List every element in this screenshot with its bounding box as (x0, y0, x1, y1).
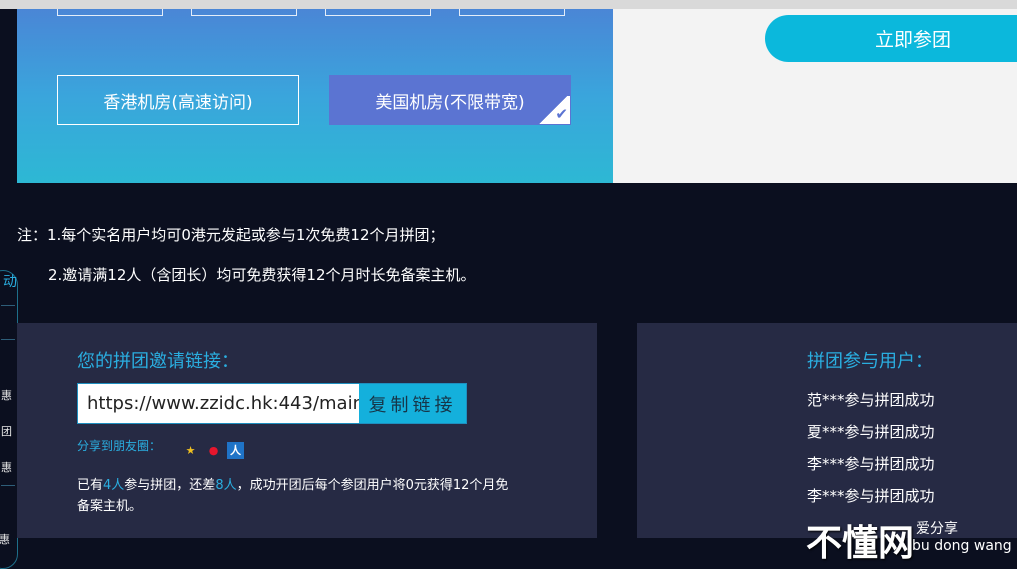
previous-option-edge (57, 9, 163, 16)
room-option-label: 美国机房(不限带宽) (375, 92, 525, 113)
join-group-label: 立即参团 (875, 29, 952, 51)
divider (1, 305, 15, 306)
status-prefix: 已有 (77, 478, 104, 493)
watermark-pinyin: bu dong wang (912, 538, 1012, 554)
side-nav-fragment: 动 惠 团 惠 惠 (0, 270, 18, 569)
previous-option-edge (191, 9, 297, 16)
participant-item: 李***参与拼团成功 (807, 455, 935, 473)
watermark-tagline: 爱分享 (916, 521, 958, 537)
invite-link-box: 复制链接 (77, 383, 467, 424)
participants-title: 拼团参与用户： (807, 351, 933, 372)
join-panel: 立即参团 (613, 9, 1017, 183)
room-option-usa[interactable]: 美国机房(不限带宽) ✔ (329, 75, 571, 125)
side-nav-item[interactable]: 惠 (1, 387, 12, 403)
divider (1, 339, 15, 340)
joined-count: 4人 (103, 478, 125, 493)
room-selector-panel: 香港机房(高速访问) 美国机房(不限带宽) ✔ (17, 9, 613, 183)
side-nav-item[interactable]: 团 (1, 423, 12, 439)
room-option-label: 香港机房(高速访问) (103, 92, 253, 113)
copy-link-button[interactable]: 复制链接 (359, 384, 466, 423)
participant-item: 范***参与拼团成功 (807, 391, 935, 409)
side-nav-item[interactable]: 惠 (1, 459, 12, 475)
qzone-icon[interactable]: ★ (182, 442, 199, 459)
checkmark-icon: ✔ (555, 105, 568, 123)
remaining-count: 8人 (215, 478, 237, 493)
rule-note-1: 注：1.每个实名用户均可0港元发起或参与1次免费12个月拼团； (17, 226, 445, 244)
weibo-icon[interactable]: ● (205, 442, 222, 459)
renren-icon[interactable]: 人 (227, 442, 244, 459)
group-status-text: 已有4人参与拼团，还差8人，成功开团后每个参团用户将0元获得12个月免备案主机。 (77, 475, 517, 517)
previous-option-edge (325, 9, 431, 16)
browser-edge (0, 0, 1017, 9)
divider (1, 485, 15, 486)
side-nav-item[interactable]: 动 (3, 271, 17, 291)
invite-link-input[interactable] (78, 384, 359, 423)
status-middle: 参与拼团，还差 (124, 478, 216, 493)
participants-panel: 拼团参与用户： 范***参与拼团成功 夏***参与拼团成功 李***参与拼团成功… (637, 323, 1017, 538)
side-nav-item[interactable]: 惠 (0, 531, 10, 547)
join-group-button[interactable]: 立即参团 (765, 15, 1017, 62)
rule-note-2: 2.邀请满12人（含团长）均可免费获得12个月时长免备案主机。 (48, 266, 476, 284)
watermark-main: 不懂网 (806, 523, 915, 564)
previous-option-edge (459, 9, 565, 16)
room-option-hongkong[interactable]: 香港机房(高速访问) (57, 75, 299, 125)
participant-item: 夏***参与拼团成功 (807, 423, 935, 441)
share-label: 分享到朋友圈： (77, 439, 162, 453)
invite-panel: 您的拼团邀请链接： 复制链接 分享到朋友圈： ★ ● 人 已有4人参与拼团，还差… (17, 323, 597, 538)
invite-title: 您的拼团邀请链接： (77, 351, 239, 372)
participant-item: 李***参与拼团成功 (807, 487, 935, 505)
